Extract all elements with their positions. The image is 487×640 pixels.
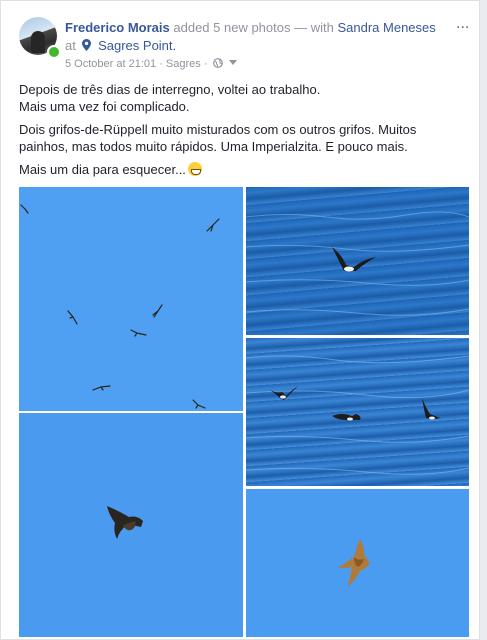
vulture-close-photo[interactable] xyxy=(19,413,243,637)
globe-icon[interactable] xyxy=(212,58,223,68)
tagged-person-link[interactable]: Sandra Meneses xyxy=(337,20,435,35)
post-card: Frederico Morais added 5 new photos — wi… xyxy=(0,0,480,640)
eagle-in-flight-photo[interactable] xyxy=(246,489,469,637)
petrels-flock-photo[interactable] xyxy=(246,338,469,486)
grinning-emoji xyxy=(187,162,202,176)
timestamp-link[interactable]: 5 October at 21:01 xyxy=(65,58,156,70)
vultures-in-sky-photo[interactable] xyxy=(19,187,243,411)
post-header: Frederico Morais added 5 new photos — wi… xyxy=(65,20,436,35)
petrels-flock-drawing xyxy=(246,355,469,475)
post-action-text: added 5 new photos xyxy=(173,20,291,35)
location-link[interactable]: Sagres Point. xyxy=(98,38,176,53)
post-line-closing: Mais um dia para esquecer... xyxy=(19,162,186,177)
map-pin-icon xyxy=(82,39,92,51)
post-body: Depois de três dias de interregno, volte… xyxy=(19,81,469,184)
post-location-line: at Sagres Point. xyxy=(65,38,176,53)
author-name-link[interactable]: Frederico Morais xyxy=(65,20,170,35)
meta-separator-2: · xyxy=(203,58,208,70)
meta-separator: · xyxy=(159,58,163,70)
online-status-dot xyxy=(47,45,61,59)
vultures-in-sky-drawing xyxy=(20,204,220,409)
place-link[interactable]: Sagres xyxy=(166,58,201,70)
at-text: at xyxy=(65,38,76,53)
avatar-figure xyxy=(31,31,45,53)
post-paragraph-2: Dois grifos-de-Rüppell muito misturados … xyxy=(19,122,417,154)
eagle-in-flight-drawing xyxy=(338,539,370,587)
post-line-1: Depois de três dias de interregno, volte… xyxy=(19,82,321,97)
vulture-close-drawing xyxy=(107,506,143,539)
with-text: — with xyxy=(294,20,334,35)
post-meta: 5 October at 21:01 · Sagres · xyxy=(65,58,237,70)
options-icon[interactable]: ... xyxy=(456,15,469,33)
petrel-on-water-drawing xyxy=(246,211,469,316)
petrel-on-water-photo[interactable] xyxy=(246,187,469,335)
caret-down-icon[interactable] xyxy=(228,60,237,66)
post-line-2: Mais uma vez foi complicado. xyxy=(19,99,190,114)
